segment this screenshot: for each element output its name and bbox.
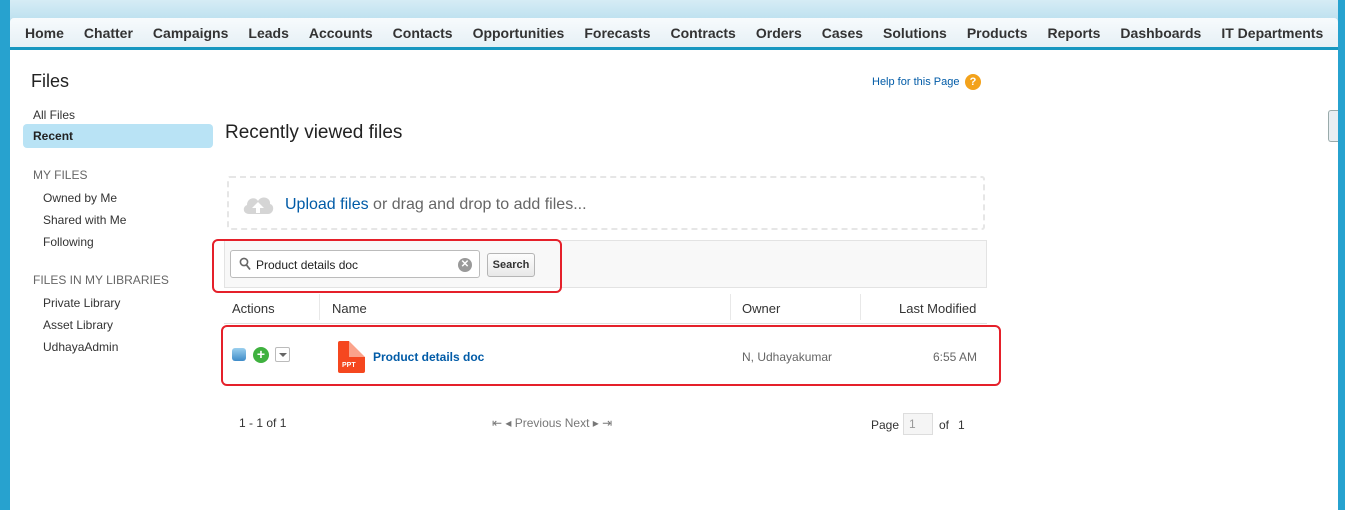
column-header-last-modified[interactable]: Last Modified: [899, 301, 976, 316]
tab-home[interactable]: Home: [10, 25, 74, 41]
tab-opportunities[interactable]: Opportunities: [463, 25, 575, 41]
header-divider: [319, 294, 320, 320]
tab-bar: Home Chatter Campaigns Leads Accounts Co…: [10, 18, 1338, 50]
tab-dashboards[interactable]: Dashboards: [1110, 25, 1211, 41]
main-content: Files Help for this Page ? All Files Rec…: [10, 50, 1338, 510]
pager-count: 1 - 1 of 1: [239, 416, 287, 430]
upload-dropzone[interactable]: Upload files or drag and drop to add fil…: [227, 176, 985, 230]
upload-files-link[interactable]: Upload files: [285, 196, 369, 213]
pager-page-label: Page: [871, 418, 900, 432]
my-files-heading: MY FILES: [33, 168, 88, 182]
sidebar-item-recent[interactable]: Recent: [23, 124, 213, 148]
help-icon[interactable]: ?: [965, 74, 981, 90]
add-tab-plus-icon[interactable]: +: [1333, 24, 1345, 42]
tab-contracts[interactable]: Contracts: [661, 25, 746, 41]
tab-cases[interactable]: Cases: [812, 25, 873, 41]
sidebar-item-private-library[interactable]: Private Library: [43, 296, 120, 310]
tab-solutions[interactable]: Solutions: [873, 25, 957, 41]
tab-orders[interactable]: Orders: [746, 25, 812, 41]
pager-of-label: of: [939, 418, 950, 432]
pager-total-pages: 1: [958, 418, 965, 432]
column-header-name[interactable]: Name: [332, 301, 367, 316]
tab-chatter[interactable]: Chatter: [74, 25, 143, 41]
tab-leads[interactable]: Leads: [238, 25, 298, 41]
sidebar-item-label: Recent: [33, 129, 74, 143]
highlight-search-frame: [212, 239, 562, 293]
sidebar-item-owned-by-me[interactable]: Owned by Me: [43, 191, 117, 205]
pager-navigation[interactable]: ⇤ ◂ Previous Next ▸ ⇥: [492, 416, 612, 430]
sidebar-item-udhayaadmin[interactable]: UdhayaAdmin: [43, 340, 118, 354]
upload-text: Upload files or drag and drop to add fil…: [285, 196, 587, 214]
libraries-heading: FILES IN MY LIBRARIES: [33, 273, 169, 287]
tab-accounts[interactable]: Accounts: [299, 25, 383, 41]
tab-it-departments[interactable]: IT Departments: [1211, 25, 1333, 41]
tab-reports[interactable]: Reports: [1038, 25, 1111, 41]
upload-hint: or drag and drop to add files...: [368, 196, 587, 213]
help-link[interactable]: Help for this Page: [872, 76, 959, 88]
sidebar-item-shared-with-me[interactable]: Shared with Me: [43, 213, 126, 227]
column-header-owner[interactable]: Owner: [742, 301, 780, 316]
sidebar-collapse-handle[interactable]: [1328, 110, 1338, 142]
header-divider: [730, 294, 731, 320]
sidebar-item-following[interactable]: Following: [43, 235, 94, 249]
sidebar-item-all-files[interactable]: All Files: [33, 108, 75, 122]
tab-contacts[interactable]: Contacts: [383, 25, 463, 41]
column-header-actions: Actions: [232, 301, 275, 316]
sidebar-item-asset-library[interactable]: Asset Library: [43, 318, 113, 332]
tab-campaigns[interactable]: Campaigns: [143, 25, 238, 41]
highlight-row-frame: [221, 325, 1001, 386]
page-title: Files: [31, 71, 70, 91]
header-divider: [860, 294, 861, 320]
tab-products[interactable]: Products: [957, 25, 1038, 41]
section-title: Recently viewed files: [225, 122, 403, 143]
tab-forecasts[interactable]: Forecasts: [574, 25, 660, 41]
cloud-upload-icon: [243, 197, 274, 214]
page-number-input[interactable]: 1: [903, 413, 933, 435]
